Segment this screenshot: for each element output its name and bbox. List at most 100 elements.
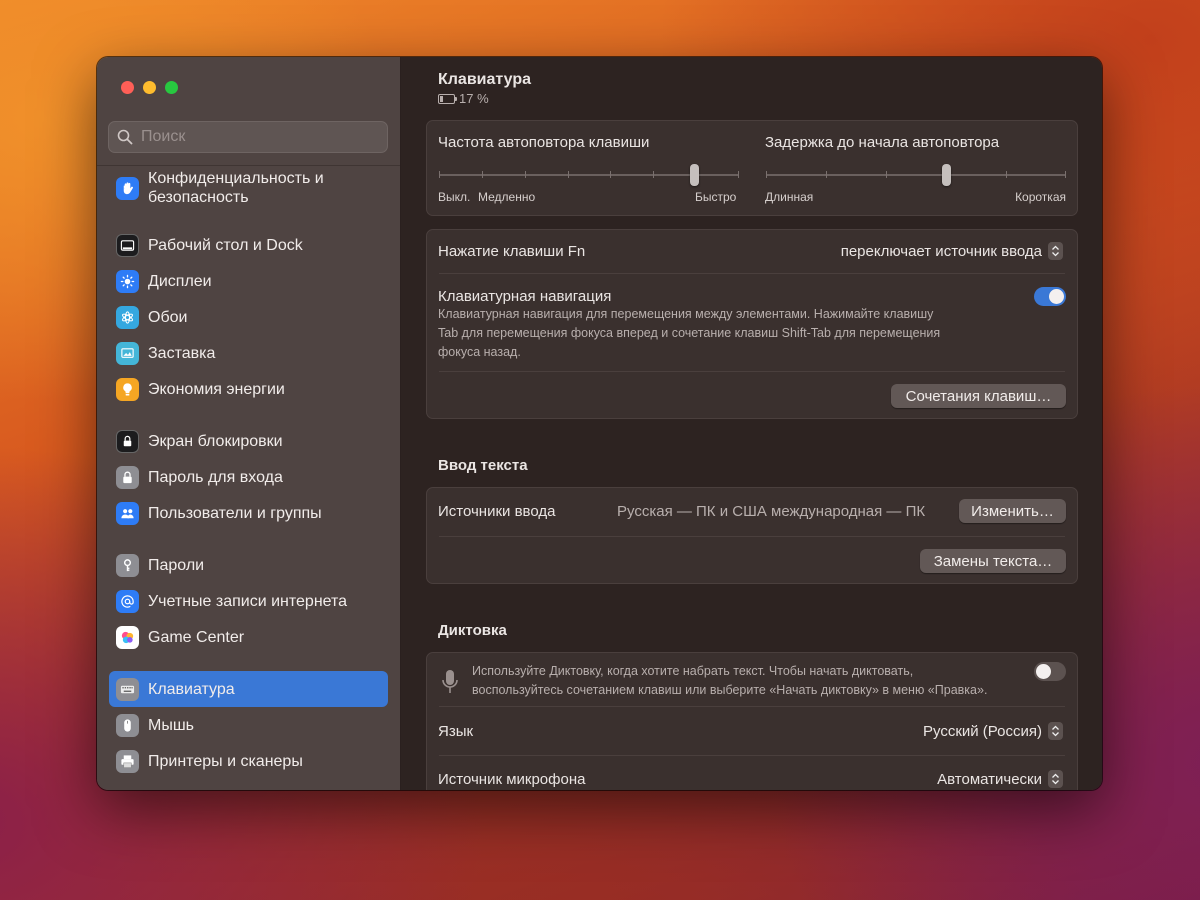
fn-key-popup[interactable]: переключает источник ввода (841, 242, 1063, 260)
slider-tick (738, 171, 739, 178)
dictation-language-popup[interactable]: Русский (Россия) (923, 722, 1063, 740)
microphone-icon (442, 670, 458, 693)
dictation-section-title: Диктовка (438, 622, 507, 639)
keyboard-navigation-label: Клавиатурная навигация (438, 288, 612, 305)
key-repeat-delay-slider[interactable] (766, 164, 1066, 186)
sidebar-item-login-password[interactable]: Пароль для входа (109, 459, 388, 495)
search-field[interactable] (108, 121, 388, 153)
divider (439, 706, 1065, 707)
slider-tick (439, 171, 440, 178)
description-line: фокуса назад. (438, 345, 521, 359)
sidebar-item-keyboard[interactable]: Клавиатура (109, 671, 388, 707)
dictation-description: Используйте Диктовку, когда хотите набра… (472, 662, 1032, 700)
dictation-toggle[interactable] (1034, 662, 1066, 681)
keyboard-options-card: Нажатие клавиши Fn переключает источник … (426, 229, 1078, 419)
fn-key-label: Нажатие клавиши Fn (438, 243, 586, 260)
slider-tick (568, 171, 569, 178)
dictation-language-label: Язык (438, 723, 474, 740)
sidebar-item-label: Принтеры и сканеры (148, 752, 303, 770)
sidebar-item-users-groups[interactable]: Пользователи и группы (109, 495, 388, 531)
dock-icon (116, 233, 139, 257)
microphone-source-value: Автоматически (937, 770, 1042, 788)
sidebar-item-label: Пароль для входа (148, 468, 283, 486)
keyboard-shortcuts-button[interactable]: Сочетания клавиш… (891, 384, 1066, 408)
settings-window: Конфиденциальность и безопасность Рабочи… (97, 57, 1102, 790)
sidebar-item-label: Заставка (148, 344, 216, 362)
sidebar-item-mouse[interactable]: Мышь (109, 707, 388, 743)
printer-icon (116, 749, 139, 773)
delay-long-label: Длинная (765, 190, 814, 204)
sidebar-item-displays[interactable]: Дисплеи (109, 263, 388, 299)
keyboard-navigation-toggle[interactable] (1034, 287, 1066, 306)
sidebar-item-internet-accounts[interactable]: Учетные записи интернета (109, 583, 388, 619)
sidebar-item-screensaver[interactable]: Заставка (109, 335, 388, 371)
key-repeat-rate-label: Частота автоповтора клавиши (438, 134, 650, 151)
hand-icon (116, 176, 139, 200)
slider-tick (1006, 171, 1007, 178)
battery-level: 17 % (459, 91, 489, 106)
sidebar-item-label: Экран блокировки (148, 432, 283, 450)
sidebar-item-passwords[interactable]: Пароли (109, 547, 388, 583)
sidebar-item-game-center[interactable]: Game Center (109, 619, 388, 655)
dictation-card: Используйте Диктовку, когда хотите набра… (426, 652, 1078, 790)
lock-screen-icon (116, 429, 139, 453)
key-icon (116, 553, 139, 577)
sidebar-item-label: Учетные записи интернета (148, 592, 348, 610)
text-input-section-title: Ввод текста (438, 457, 528, 474)
screensaver-icon (116, 341, 139, 365)
search-icon (117, 129, 133, 145)
description-line: Tab для перемещения фокуса вперед и соче… (438, 326, 941, 340)
slider-tick (482, 171, 483, 178)
sidebar-item-label: Мышь (148, 716, 194, 734)
text-input-card: Источники ввода Русская — ПК и США между… (426, 487, 1078, 584)
chevron-updown-icon (1048, 242, 1063, 260)
sidebar-item-privacy[interactable]: Конфиденциальность и безопасность (109, 168, 388, 208)
flower-icon (116, 305, 139, 329)
text-replacements-button[interactable]: Замены текста… (920, 549, 1066, 573)
main-pane: Клавиатура 17 % Частота автоповтора клав… (401, 57, 1102, 790)
rate-fast-label: Быстро (695, 190, 737, 204)
chevron-updown-icon (1048, 722, 1063, 740)
description-line: Клавиатурная навигация для перемещения м… (438, 307, 934, 321)
chevron-updown-icon (1048, 770, 1063, 788)
sidebar-item-label: Дисплеи (148, 272, 212, 290)
sidebar-item-label: Экономия энергии (148, 380, 285, 398)
dictation-language-value: Русский (Россия) (922, 722, 1042, 740)
slider-tick (1065, 171, 1066, 178)
microphone-source-popup[interactable]: Автоматически (937, 770, 1063, 788)
sidebar-item-lock-screen[interactable]: Экран блокировки (109, 423, 388, 459)
input-sources-label: Источники ввода (438, 503, 556, 520)
battery-status: 17 % (438, 91, 489, 106)
slider-tick (653, 171, 654, 178)
close-button[interactable] (121, 81, 134, 94)
rate-slow-label: Медленно (478, 190, 536, 204)
toggle-knob (1049, 289, 1064, 304)
lock-icon (116, 465, 139, 489)
rate-off-label: Выкл. (438, 190, 471, 204)
bulb-icon (116, 377, 139, 401)
delay-short-label: Короткая (1015, 190, 1066, 204)
slider-tick (826, 171, 827, 178)
search-input[interactable] (139, 127, 387, 147)
sidebar-item-desktop-dock[interactable]: Рабочий стол и Dock (109, 227, 388, 263)
sun-icon (116, 269, 139, 293)
window-controls (121, 81, 178, 94)
sidebar-item-wallpaper[interactable]: Обои (109, 299, 388, 335)
minimize-button[interactable] (143, 81, 156, 94)
key-repeat-card: Частота автоповтора клавиши Задержка до … (426, 120, 1078, 216)
sidebar-item-printers[interactable]: Принтеры и сканеры (109, 743, 388, 779)
sidebar: Конфиденциальность и безопасность Рабочи… (97, 57, 401, 790)
key-repeat-rate-slider[interactable] (439, 164, 739, 186)
edit-input-sources-button[interactable]: Изменить… (959, 499, 1066, 523)
slider-tick (766, 171, 767, 178)
key-repeat-rate-knob[interactable] (690, 164, 699, 186)
at-icon (116, 589, 139, 613)
slider-tick (525, 171, 526, 178)
zoom-button[interactable] (165, 81, 178, 94)
sidebar-item-label: Пароли (148, 556, 205, 574)
game-center-icon (116, 625, 139, 649)
key-repeat-delay-knob[interactable] (942, 164, 951, 186)
sidebar-item-label: Клавиатура (148, 680, 235, 698)
sidebar-item-energy[interactable]: Экономия энергии (109, 371, 388, 407)
keyboard-icon (116, 677, 139, 701)
